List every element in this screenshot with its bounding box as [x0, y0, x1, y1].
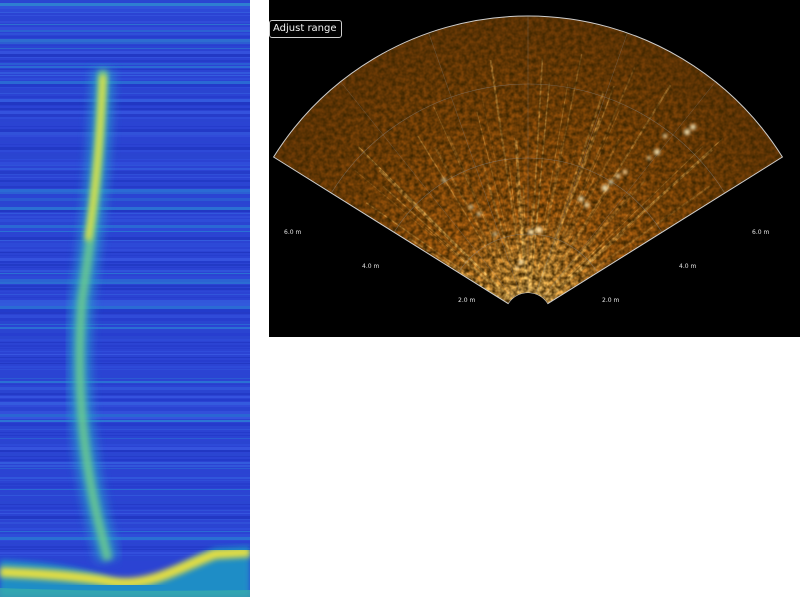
sonar-transducer: [505, 293, 551, 337]
sonar-fan-view: 2.0 m 4.0 m 6.0 m 2.0 m 4.0 m 6.0 m: [272, 15, 784, 337]
range-label-left-6m: 6.0 m: [284, 229, 301, 236]
sonar-panel: 2.0 m 4.0 m 6.0 m 2.0 m 4.0 m 6.0 m Adju…: [269, 0, 800, 337]
range-label-left-4m: 4.0 m: [362, 263, 379, 270]
range-label-right-6m: 6.0 m: [752, 229, 769, 236]
adjust-range-button[interactable]: Adjust range: [269, 20, 342, 38]
range-label-right-4m: 4.0 m: [679, 263, 696, 270]
echogram-view: [0, 0, 250, 597]
range-label-left-2m: 2.0 m: [458, 297, 475, 304]
range-label-right-2m: 2.0 m: [602, 297, 619, 304]
screen-root: 2.0 m 4.0 m 6.0 m 2.0 m 4.0 m 6.0 m Adju…: [0, 0, 800, 600]
